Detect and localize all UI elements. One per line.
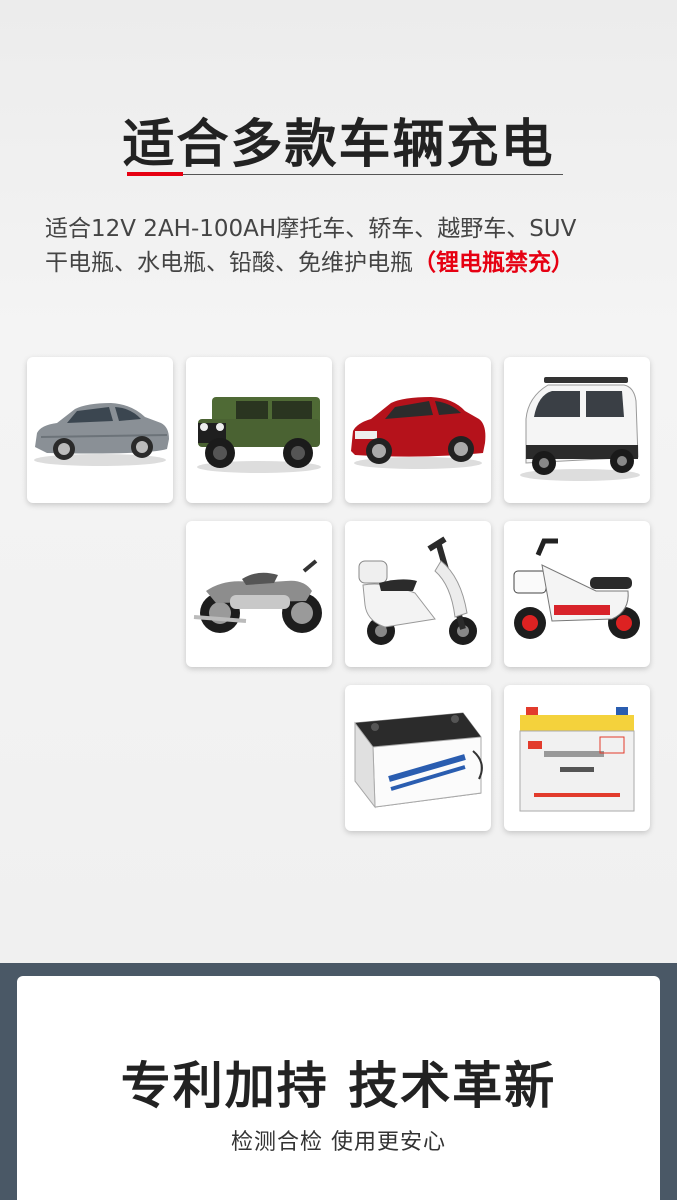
description-line-2: 干电瓶、水电瓶、铅酸、免维护电瓶（锂电瓶禁充） — [45, 246, 645, 280]
title-accent-bar — [127, 172, 183, 176]
title-underline — [127, 174, 563, 175]
electric-bike-icon — [513, 538, 640, 639]
scooter-icon — [358, 536, 477, 645]
vehicle-tile-sedan — [27, 357, 173, 503]
lead-acid-battery-icon — [354, 712, 483, 809]
jeep-offroad-icon — [197, 397, 321, 473]
sedan-car-icon — [34, 403, 169, 466]
vehicle-tile-jeep — [186, 357, 332, 503]
lithium-warning: （锂电瓶禁充） — [413, 250, 574, 276]
page-title: 适合多款车辆充电 — [122, 115, 555, 175]
feature-title: 专利加持 技术革新 — [120, 1057, 557, 1115]
description-line-1: 适合12V 2AH-100AH摩托车、轿车、越野车、SUV — [45, 216, 577, 242]
battery-tile-maintenance-free — [504, 685, 650, 831]
suv-icon — [351, 397, 486, 469]
battery-tile-lead-acid — [345, 685, 491, 831]
vehicle-tile-mini-ev — [504, 357, 650, 503]
vehicle-tile-suv — [345, 357, 491, 503]
compatibility-description: 适合12V 2AH-100AH摩托车、轿车、越野车、SUV 干电瓶、水电瓶、铅酸… — [45, 212, 645, 280]
vehicle-tile-ebike — [504, 521, 650, 667]
description-battery-types: 干电瓶、水电瓶、铅酸、免维护电瓶 — [45, 250, 413, 276]
maintenance-free-battery-icon — [519, 707, 635, 812]
mini-electric-car-icon — [520, 377, 640, 481]
motorcycle-icon — [193, 559, 322, 633]
vehicle-tile-motorcycle — [186, 521, 332, 667]
feature-subtitle: 检测合检 使用更安心 — [231, 1130, 446, 1155]
vehicle-tile-scooter — [345, 521, 491, 667]
